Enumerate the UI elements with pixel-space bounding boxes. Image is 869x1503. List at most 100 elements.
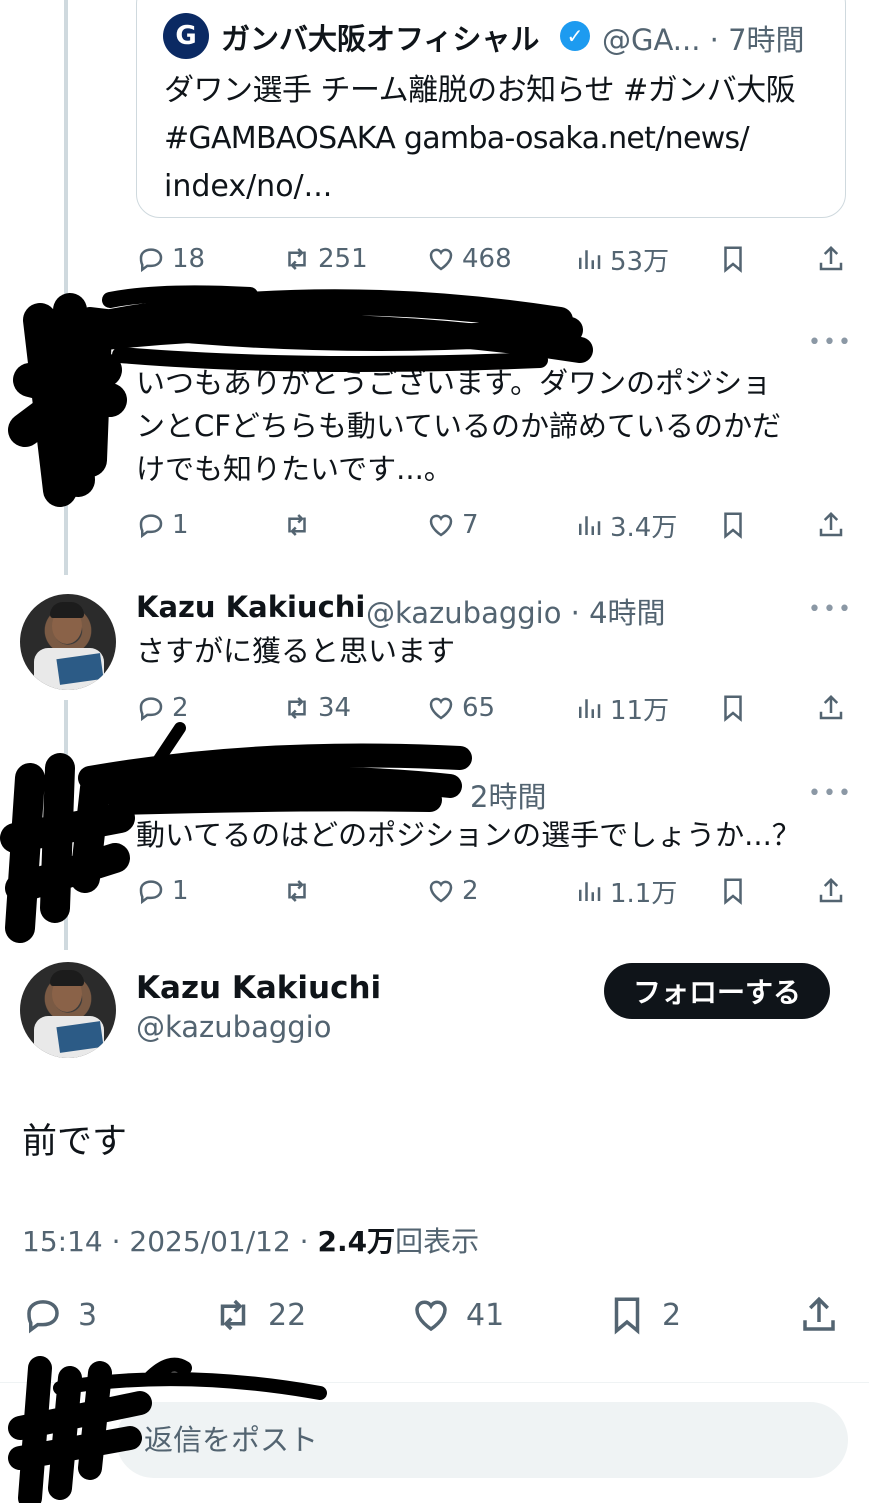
views-icon [579,699,601,718]
more-options-icon[interactable]: ••• [808,781,853,806]
reply-button[interactable]: 1 [136,505,189,545]
heart-icon [429,514,453,537]
thread-line [64,700,68,950]
heart-icon [429,880,453,903]
share-icon [819,877,843,903]
views-count: 3.4万 [610,512,678,543]
tweet-actions: 18 251 468 53万 [136,239,848,279]
reply-text-line: いつもありがとうございます。ダワンのポジショ [136,366,772,400]
like-button[interactable]: 2 [426,871,479,911]
share-button[interactable] [816,239,846,279]
views-button[interactable]: 3.4万 [574,505,677,545]
gamba-avatar[interactable]: G [163,13,209,59]
heart-icon [415,1300,447,1332]
avatar[interactable] [20,594,116,690]
view-count-suffix: 回表示 [395,1225,480,1258]
bookmark-button[interactable] [718,871,748,911]
bookmark-button[interactable] [718,239,748,279]
reply-icon [139,697,163,722]
share-icon [819,511,843,537]
views-count: 1.1万 [610,878,678,909]
share-icon [819,245,843,271]
bookmark-icon [724,246,742,273]
reply-text: 動いてるのはどのポジションの選手でしょうか...？ [136,818,801,852]
bookmark-icon [724,878,742,905]
share-button[interactable] [798,1290,840,1340]
bookmark-button[interactable] [718,688,748,728]
avatar[interactable] [20,962,116,1058]
like-button[interactable]: 41 [410,1290,504,1340]
repost-button[interactable] [282,505,318,545]
reply-button[interactable]: 1 [136,871,189,911]
bookmark-button[interactable]: 2 [606,1290,681,1340]
reply-text: さすがに獲ると思います [136,634,456,668]
quoted-author-name[interactable]: ガンバ大阪オフィシャル [221,16,539,58]
repost-button[interactable]: 34 [282,688,351,728]
bookmark-button[interactable] [718,505,748,545]
repost-button[interactable] [282,871,318,911]
views-count: 53万 [610,246,670,277]
repost-button[interactable]: 22 [212,1290,306,1340]
like-count: 7 [462,510,479,540]
heart-icon [429,697,453,720]
quoted-handle-time: @GA... · 7時間 [602,23,805,57]
reply-button[interactable]: 3 [22,1290,97,1340]
quoted-text-line[interactable]: index/no/... [164,163,824,211]
follow-button[interactable]: フォローする [604,963,830,1019]
bookmark-count: 2 [662,1297,682,1333]
author-name[interactable]: Kazu Kakiuchi [136,590,365,624]
bookmark-icon [724,512,742,539]
views-button[interactable]: 11万 [574,688,669,728]
main-author-name[interactable]: Kazu Kakiuchi [136,970,381,1006]
quoted-tweet-text: ダワン選手 チーム離脱のお知らせ #ガンバ大阪 #GAMBAOSAKA gamb… [164,67,824,211]
more-options-icon[interactable]: ••• [808,330,853,355]
reply-icon [139,880,163,905]
divider [0,1382,869,1383]
repost-count: 251 [318,244,368,274]
quoted-text-line[interactable]: #GAMBAOSAKA gamba-osaka.net/news/ [164,115,824,163]
tweet-actions: 2 34 65 11万 [136,688,848,728]
main-tweet-text: 前です [22,1122,128,1162]
verified-badge-icon: ✓ [560,21,590,51]
like-button[interactable]: 65 [426,688,495,728]
reply-count: 2 [172,693,189,723]
reply-button[interactable]: 18 [136,239,205,279]
repost-button[interactable]: 251 [282,239,368,279]
like-button[interactable]: 7 [426,505,479,545]
share-icon [819,694,843,720]
reply-text-line: けでも知りたいです...。 [136,452,453,486]
repost-icon [220,1299,246,1331]
main-author-handle[interactable]: @kazubaggio [136,1010,331,1044]
heart-icon [429,248,453,271]
share-button[interactable] [816,505,846,545]
like-button[interactable]: 468 [426,239,512,279]
like-count: 2 [462,876,479,906]
share-button[interactable] [816,871,846,911]
repost-icon [288,880,306,902]
more-options-icon[interactable]: ••• [808,597,853,622]
reply-text-line: ンとCFどちらも動いているのか諦めているのかだ [136,409,782,443]
views-button[interactable]: 1.1万 [574,871,677,911]
like-count: 468 [462,244,512,274]
view-count: 2.4万 [317,1225,396,1258]
like-count: 65 [462,693,496,723]
bookmark-icon [724,695,742,722]
views-button[interactable]: 53万 [574,239,669,279]
tweet-timestamp[interactable]: 15:14 · 2025/01/12 · [22,1225,317,1258]
views-icon [579,250,601,269]
bookmark-icon [614,1297,640,1335]
reply-time: 2時間 [470,780,547,814]
repost-count: 22 [268,1297,307,1333]
reply-icon [139,248,163,273]
reply-count: 1 [172,876,189,906]
repost-icon [288,514,306,536]
reply-input[interactable] [116,1402,848,1478]
main-tweet-actions: 3 22 41 2 [22,1290,846,1340]
reply-count: 1 [172,510,189,540]
share-button[interactable] [816,688,846,728]
views-icon [579,882,601,901]
tweet-actions: 1 2 1.1万 [136,871,848,911]
quoted-text-line: ダワン選手 チーム離脱のお知らせ #ガンバ大阪 [164,73,796,108]
repost-count: 34 [318,693,352,723]
reply-button[interactable]: 2 [136,688,189,728]
